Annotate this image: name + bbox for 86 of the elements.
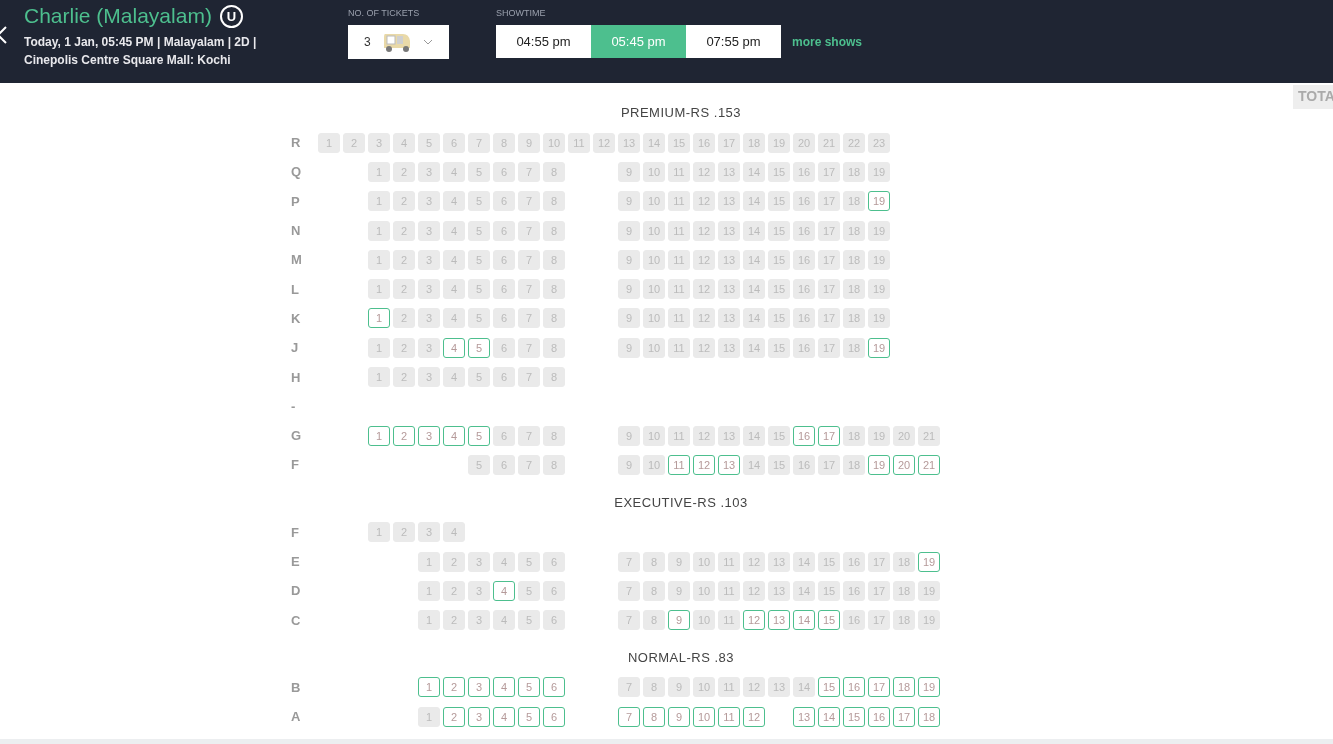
row-label: K bbox=[290, 310, 302, 326]
row-label: F bbox=[290, 524, 300, 540]
seat[interactable]: 12 bbox=[743, 610, 765, 631]
rating-badge: U bbox=[219, 4, 243, 28]
seat[interactable]: 4 bbox=[493, 677, 515, 698]
seat[interactable]: 6 bbox=[543, 677, 565, 698]
chevron-down-icon bbox=[422, 39, 433, 45]
seat[interactable]: 2 bbox=[393, 425, 415, 446]
venue-name: Cinepolis Centre Square Mall: Kochi bbox=[24, 52, 232, 69]
seat[interactable]: 18 bbox=[918, 706, 940, 727]
seat[interactable]: 15 bbox=[818, 677, 840, 698]
seat[interactable]: 12 bbox=[743, 706, 765, 727]
seat[interactable]: 7 bbox=[618, 706, 640, 727]
seat[interactable]: 12 bbox=[693, 454, 715, 475]
seat[interactable]: 15 bbox=[818, 610, 840, 631]
seat[interactable]: 1 bbox=[418, 677, 440, 698]
more-shows-link[interactable]: more shows bbox=[792, 34, 863, 49]
seat[interactable]: 5 bbox=[468, 337, 490, 358]
showtime-label: SHOWTIME bbox=[496, 8, 547, 18]
seat[interactable]: 17 bbox=[818, 425, 840, 446]
seat[interactable]: 19 bbox=[868, 191, 890, 212]
seat[interactable]: 19 bbox=[918, 551, 940, 572]
seat[interactable]: 8 bbox=[643, 706, 665, 727]
row-label: - bbox=[290, 398, 297, 414]
section-title: EXECUTIVE-RS .103 bbox=[614, 494, 748, 510]
seat[interactable]: 4 bbox=[443, 425, 465, 446]
seat[interactable]: 11 bbox=[718, 706, 740, 727]
seat[interactable]: 5 bbox=[468, 425, 490, 446]
section-title: NORMAL-RS .83 bbox=[627, 649, 735, 665]
tickets-dropdown[interactable]: 3 bbox=[348, 25, 449, 59]
seat[interactable]: 10 bbox=[693, 706, 715, 727]
row-label: J bbox=[290, 340, 300, 356]
seat[interactable]: 16 bbox=[793, 425, 815, 446]
seat[interactable]: 1 bbox=[368, 425, 390, 446]
seat[interactable]: 2 bbox=[443, 677, 465, 698]
show-details: Today, 1 Jan, 05:45 PM | Malayalam | 2D | bbox=[24, 34, 258, 51]
seat[interactable]: 17 bbox=[893, 706, 915, 727]
seat[interactable]: 9 bbox=[668, 610, 690, 631]
row-label: A bbox=[290, 709, 302, 725]
showtime-button[interactable]: 05:45 pm bbox=[591, 25, 686, 58]
seat[interactable]: 19 bbox=[868, 454, 890, 475]
row-label: M bbox=[290, 252, 303, 268]
seat[interactable]: 14 bbox=[793, 610, 815, 631]
row-label: N bbox=[290, 223, 302, 239]
seat[interactable]: 19 bbox=[918, 677, 940, 698]
seat[interactable]: 14 bbox=[818, 706, 840, 727]
seat[interactable]: 9 bbox=[668, 706, 690, 727]
seat[interactable]: 15 bbox=[843, 706, 865, 727]
seat[interactable]: 13 bbox=[718, 454, 740, 475]
seat[interactable]: 17 bbox=[868, 677, 890, 698]
row-label: D bbox=[290, 583, 302, 599]
seat[interactable]: 2 bbox=[443, 706, 465, 727]
seat[interactable]: 3 bbox=[468, 706, 490, 727]
seat[interactable]: 5 bbox=[518, 677, 540, 698]
seat[interactable]: 4 bbox=[493, 706, 515, 727]
row-label: E bbox=[290, 554, 301, 569]
row-label: H bbox=[290, 369, 302, 385]
seat[interactable]: 19 bbox=[868, 337, 890, 358]
seat[interactable]: 13 bbox=[768, 610, 790, 631]
seat[interactable]: 3 bbox=[468, 677, 490, 698]
row-label: C bbox=[290, 612, 302, 628]
row-label: L bbox=[290, 281, 300, 297]
row-label: G bbox=[290, 428, 303, 444]
tickets-label: NO. OF TICKETS bbox=[348, 8, 421, 18]
showtime-button[interactable]: 07:55 pm bbox=[686, 25, 781, 58]
movie-title: Charlie (Malayalam) bbox=[24, 4, 212, 28]
seat[interactable]: 18 bbox=[893, 677, 915, 698]
seat[interactable]: 21 bbox=[918, 454, 940, 475]
seat[interactable]: 4 bbox=[493, 580, 515, 601]
showtime-button[interactable]: 04:55 pm bbox=[496, 25, 591, 58]
seat[interactable]: 13 bbox=[793, 706, 815, 727]
seat[interactable]: 20 bbox=[893, 454, 915, 475]
row-label: Q bbox=[290, 164, 303, 180]
seat[interactable]: 16 bbox=[843, 677, 865, 698]
seat[interactable]: 1 bbox=[368, 308, 390, 329]
row-label: R bbox=[290, 135, 302, 151]
row-label: P bbox=[290, 193, 301, 209]
section-title: PREMIUM-RS .153 bbox=[620, 105, 742, 120]
seat[interactable]: 6 bbox=[543, 706, 565, 727]
seat[interactable]: 4 bbox=[443, 337, 465, 358]
seat[interactable]: 5 bbox=[518, 706, 540, 727]
seat[interactable]: 16 bbox=[868, 706, 890, 727]
row-label: B bbox=[290, 679, 302, 695]
row-label: F bbox=[290, 457, 300, 473]
seat[interactable]: 3 bbox=[418, 425, 440, 446]
seat[interactable]: 11 bbox=[668, 454, 690, 475]
